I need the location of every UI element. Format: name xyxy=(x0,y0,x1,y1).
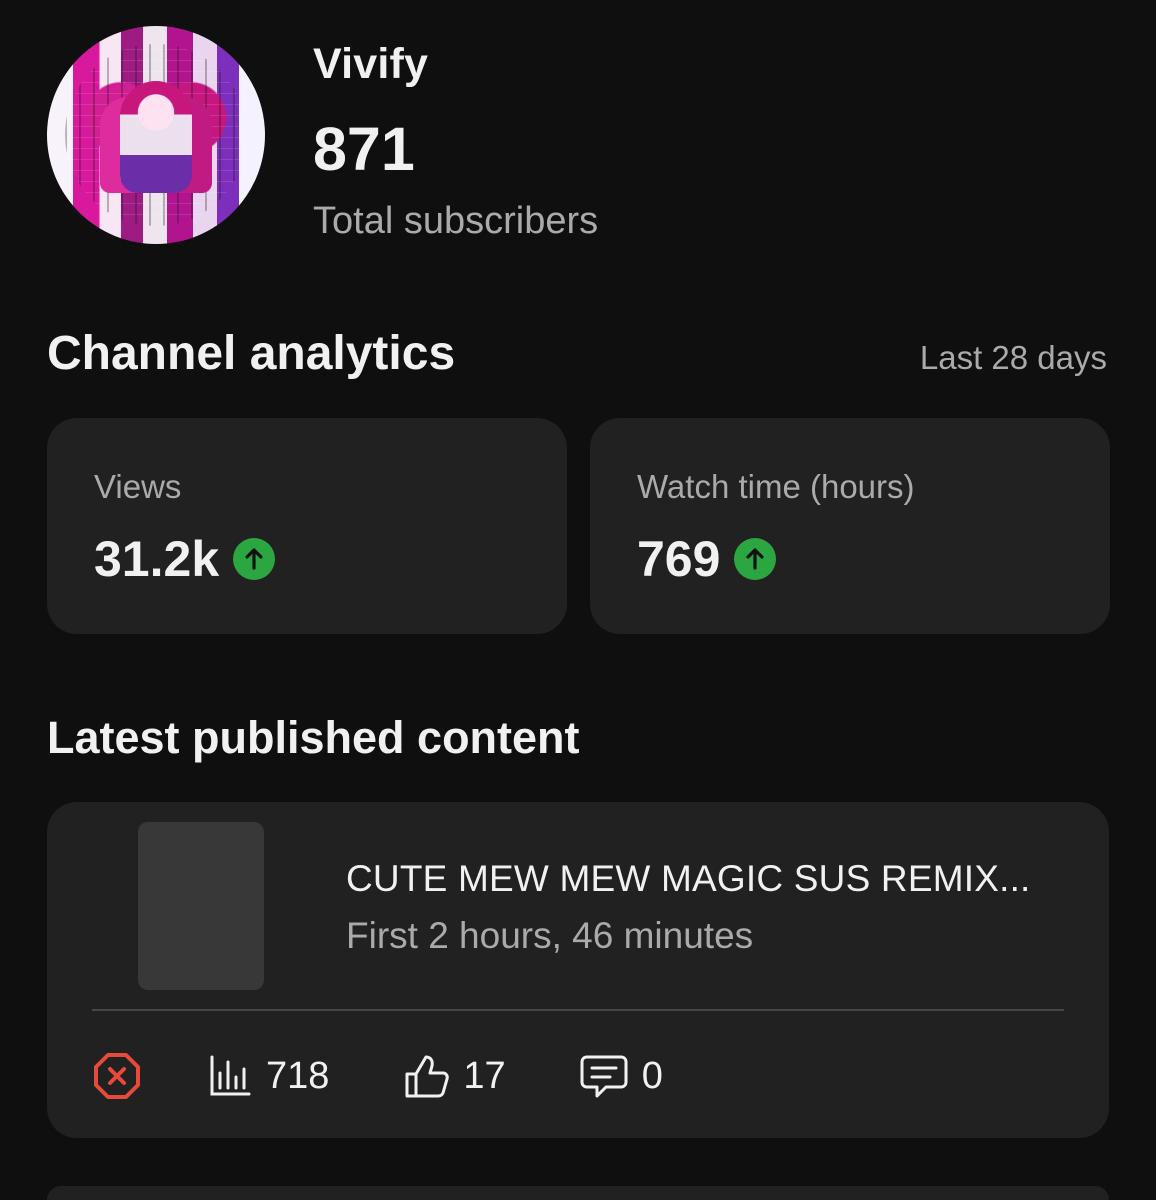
watch-time-card[interactable]: Watch time (hours) 769 xyxy=(590,418,1110,634)
views-card[interactable]: Views 31.2k xyxy=(47,418,567,634)
channel-avatar[interactable] xyxy=(47,26,265,244)
thumbs-up-icon xyxy=(405,1055,450,1098)
subscriber-label: Total subscribers xyxy=(313,200,599,242)
latest-published-content-title: Latest published content xyxy=(47,712,580,763)
video-title[interactable]: CUTE MEW MEW MAGIC SUS REMIX... xyxy=(346,858,1066,900)
channel-header: Vivify 871 Total subscribers xyxy=(47,26,1107,248)
latest-video-card[interactable]: CUTE MEW MEW MAGIC SUS REMIX... First 2 … xyxy=(47,802,1109,1138)
views-label: Views xyxy=(94,468,182,505)
video-likes-stat: 17 xyxy=(401,1051,506,1101)
avatar-character xyxy=(120,81,192,193)
video-performance-period: First 2 hours, 46 minutes xyxy=(346,915,754,956)
views-value-row: 31.2k xyxy=(94,531,276,587)
channel-name: Vivify xyxy=(313,40,429,88)
video-views-stat: 718 xyxy=(206,1052,329,1100)
watch-time-value: 769 xyxy=(637,531,721,587)
bar-chart-icon xyxy=(210,1055,251,1096)
status-indicator[interactable] xyxy=(92,1051,154,1101)
channel-analytics-header: Channel analytics Last 28 days xyxy=(47,326,1107,386)
channel-analytics-title: Channel analytics xyxy=(47,327,456,380)
video-comments-stat: 0 xyxy=(578,1051,663,1101)
watch-time-label: Watch time (hours) xyxy=(637,468,915,505)
video-stats-row: 718 17 0 xyxy=(92,1050,1064,1102)
video-thumbnail[interactable] xyxy=(138,822,264,990)
comment-icon xyxy=(580,1055,628,1098)
video-comments-count: 0 xyxy=(641,1054,663,1097)
watch-time-value-row: 769 xyxy=(637,531,777,587)
up-arrow-icon xyxy=(233,538,276,580)
video-likes-count: 17 xyxy=(463,1054,506,1097)
subscriber-count: 871 xyxy=(313,115,415,183)
divider xyxy=(92,1009,1064,1011)
up-arrow-icon xyxy=(734,538,777,580)
views-value: 31.2k xyxy=(94,531,220,587)
error-octagon-icon xyxy=(94,1053,140,1099)
analytics-period: Last 28 days xyxy=(919,339,1107,376)
video-views-count: 718 xyxy=(266,1054,330,1097)
next-content-card-edge[interactable] xyxy=(47,1186,1109,1200)
